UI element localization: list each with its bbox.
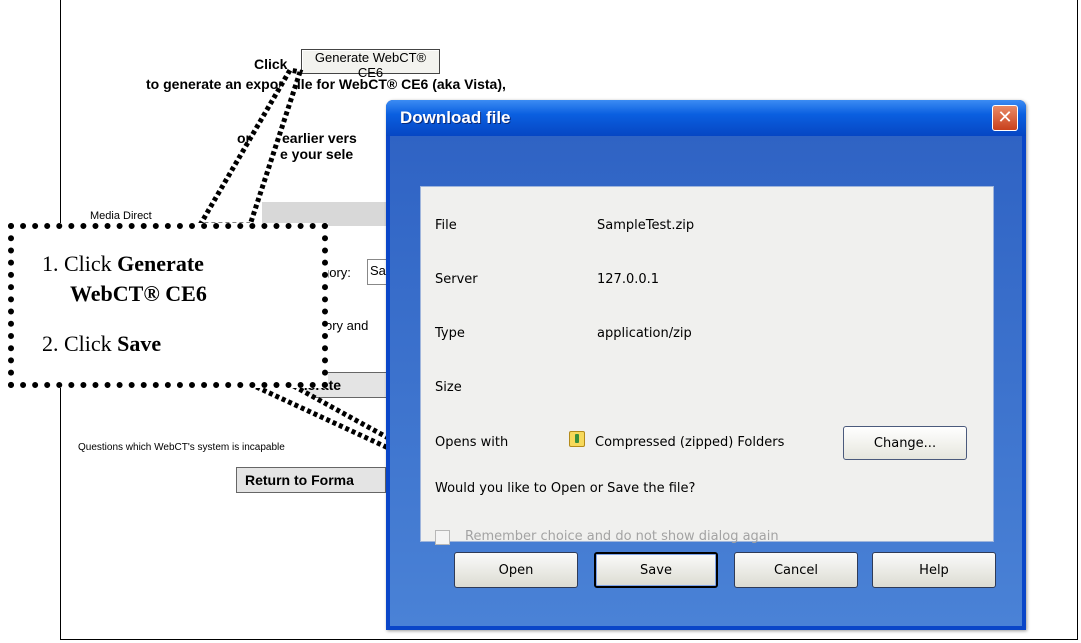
download-file-dialog: Download file ✕ File SampleTest.zip Serv… xyxy=(386,100,1026,630)
dialog-title-bar[interactable]: Download file ✕ xyxy=(386,100,1026,136)
open-or-save-question: Would you like to Open or Save the file? xyxy=(435,481,696,496)
opens-with-value: Compressed (zipped) Folders xyxy=(595,435,785,450)
opens-with-label: Opens with xyxy=(435,435,509,450)
remember-choice-checkbox[interactable] xyxy=(435,530,450,545)
pointer-to-generate-button xyxy=(195,67,304,228)
change-button[interactable]: Change... xyxy=(843,426,967,460)
zip-folder-icon xyxy=(569,431,585,447)
close-icon[interactable]: ✕ xyxy=(992,105,1018,131)
instruction-callout: 1. Click Generate WebCT® CE6 2. Click Sa… xyxy=(8,223,328,388)
file-info-panel: File SampleTest.zip Server 127.0.0.1 Typ… xyxy=(420,186,994,545)
save-button[interactable]: Save xyxy=(594,552,718,588)
dialog-client-area: File SampleTest.zip Server 127.0.0.1 Typ… xyxy=(390,136,1022,626)
dialog-title: Download file xyxy=(400,108,511,127)
callout-step-1-cont: WebCT® CE6 xyxy=(70,281,207,306)
server-value: 127.0.0.1 xyxy=(597,272,660,287)
size-label: Size xyxy=(435,380,462,395)
file-value: SampleTest.zip xyxy=(597,218,695,233)
callout-step-2: 2. Click Save xyxy=(42,331,162,356)
file-label: File xyxy=(435,218,457,233)
server-label: Server xyxy=(435,272,478,287)
cancel-button[interactable]: Cancel xyxy=(734,552,858,588)
remember-choice-label: Remember choice and do not show dialog a… xyxy=(465,529,779,544)
help-button[interactable]: Help xyxy=(872,552,996,588)
callout-step-1: 1. Click Generate xyxy=(42,251,204,276)
type-value: application/zip xyxy=(597,326,692,341)
type-label: Type xyxy=(435,326,465,341)
open-button[interactable]: Open xyxy=(454,552,578,588)
